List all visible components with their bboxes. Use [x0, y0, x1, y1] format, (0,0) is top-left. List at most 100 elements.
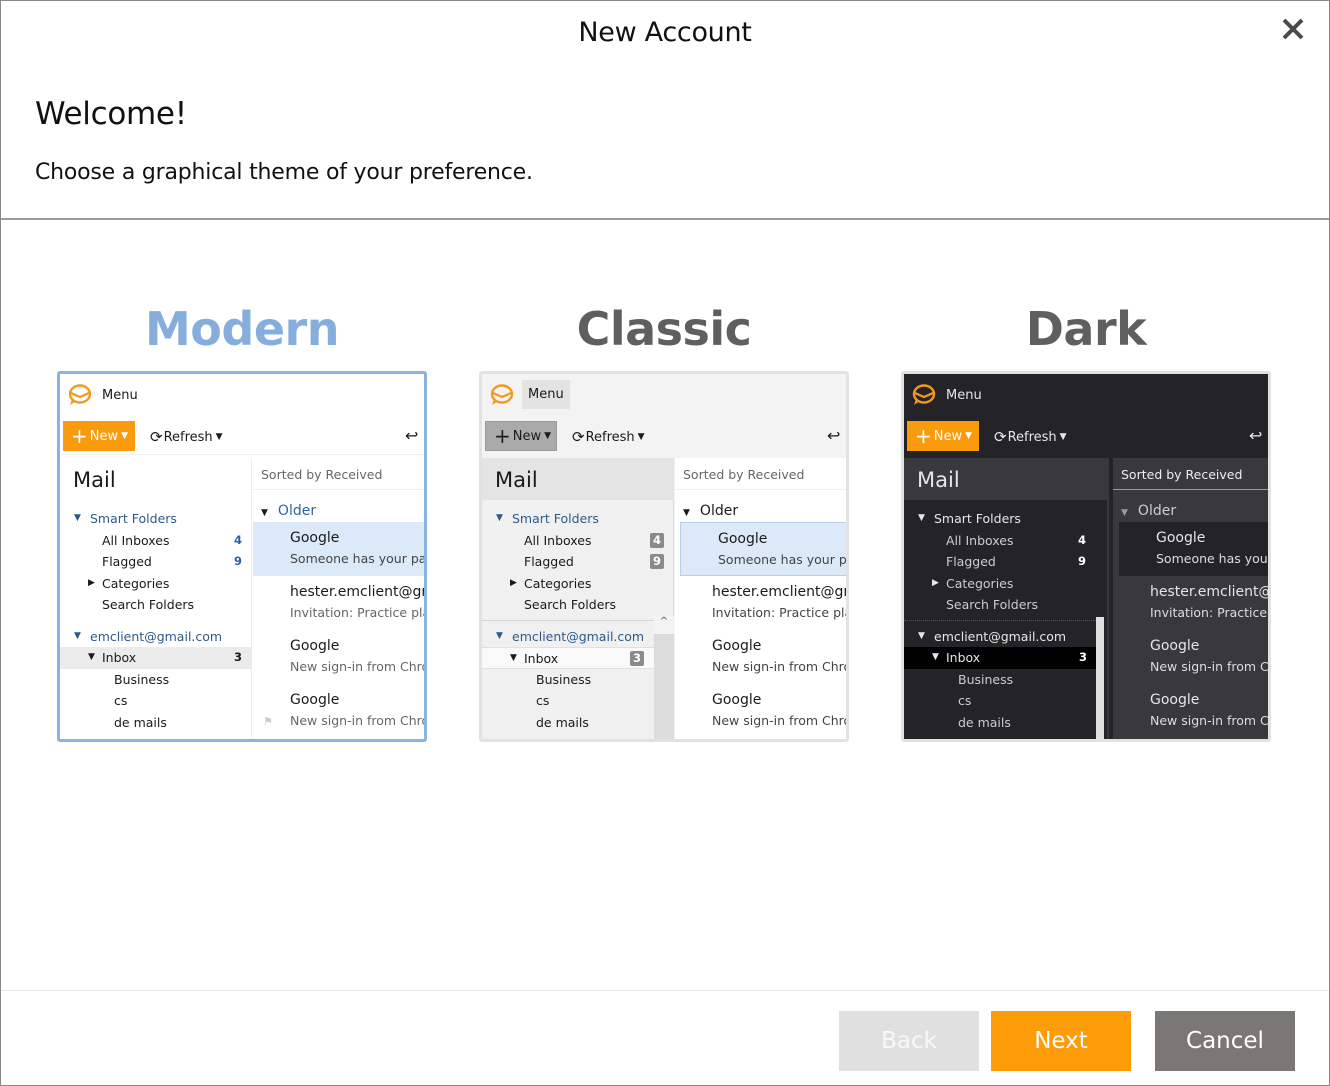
- theme-option-classic[interactable]: Menu + New ▼ ⟳ Refresh ▼ ↩ Mail ▼ Smart Folde…: [479, 371, 849, 742]
- flagged-count: 9: [1077, 554, 1086, 568]
- theme-label-modern[interactable]: Modern: [57, 302, 427, 356]
- preview-new-button: + New ▼: [485, 421, 557, 451]
- expand-triangle-icon: ▼: [932, 652, 939, 662]
- instruction-text: Choose a graphical theme of your prefere…: [35, 160, 533, 185]
- folder-cs: cs: [536, 693, 550, 708]
- preview-toolbar: + New ▼ ⟳ Refresh ▼ ↩: [904, 419, 1268, 455]
- refresh-icon: ⟳: [994, 428, 1007, 446]
- emclient-logo-icon: [68, 384, 92, 405]
- dialog-title: New Account: [578, 17, 752, 48]
- folder-account: ▼ emclient@gmail.com: [60, 626, 252, 648]
- flagged-count: 9: [649, 554, 664, 569]
- sort-divider: [1113, 489, 1268, 490]
- refresh-icon: ⟳: [150, 428, 163, 446]
- preview-folder-pane: Mail ▼ Smart Folders All Inboxes 4 Flagged…: [482, 458, 674, 739]
- folder-de-mails: de mails: [114, 714, 167, 730]
- back-button[interactable]: Back: [839, 1011, 979, 1071]
- preview-message-list: Sorted by Received ▼ Older Google Someone …: [253, 458, 424, 739]
- message-item: GoogleNew sign-in from Chrome: [290, 638, 424, 674]
- preview-refresh-label: Refresh: [585, 429, 635, 445]
- plus-icon: +: [71, 424, 88, 448]
- preview-message-list: Sorted by Received ▼ Older Google Someone …: [1113, 458, 1268, 739]
- caret-down-icon: ▼: [215, 432, 223, 442]
- group-header: ▼ Older: [261, 503, 317, 519]
- folder-scrollbar: ^: [654, 616, 674, 739]
- sort-label: Sorted by Received: [1121, 467, 1243, 482]
- caret-down-icon: ▼: [544, 431, 552, 441]
- message-item: GoogleSomeone has your password: [680, 522, 846, 576]
- welcome-heading: Welcome!: [35, 96, 187, 132]
- folder-search-folders: Search Folders: [946, 597, 1039, 612]
- emclient-logo-icon: [912, 384, 936, 405]
- folder-cs: cs: [114, 693, 128, 708]
- refresh-icon: ⟳: [572, 428, 585, 446]
- flag-icon: ⚑: [263, 715, 273, 728]
- message-item: hester.emclient@gmail.comInvitation: Pra…: [712, 584, 846, 620]
- expand-triangle-icon: ▼: [74, 513, 81, 523]
- theme-preview: Menu + New ▼ ⟳ Refresh ▼ ↩ Mail ▼ Smart Folde…: [904, 374, 1268, 739]
- preview-menu-label: Menu: [946, 388, 982, 403]
- sort-divider: [253, 489, 424, 490]
- reply-icon: ↩: [405, 426, 419, 445]
- folder-categories: ▶ Categories: [60, 573, 252, 595]
- scroll-up-icon: ^: [654, 616, 674, 634]
- theme-label-dark[interactable]: Dark: [901, 302, 1271, 356]
- preview-folder-tree: ▼ Smart Folders All Inboxes 4 Flagged 9 ▶ Ca…: [482, 508, 674, 733]
- header-divider: [1, 218, 1329, 220]
- preview-refresh-label: Refresh: [163, 429, 213, 445]
- message-item: GoogleNew sign-in from Chrome: [1150, 638, 1268, 674]
- inbox-count: 3: [629, 651, 644, 666]
- folder-categories: ▶ Categories: [482, 573, 674, 595]
- caret-down-icon: ▼: [637, 432, 645, 442]
- folder-flagged: Flagged 9: [904, 551, 1096, 573]
- sort-label: Sorted by Received: [261, 467, 383, 482]
- theme-label-classic[interactable]: Classic: [479, 302, 849, 356]
- preview-refresh-button: ⟳ Refresh ▼: [994, 428, 1067, 446]
- expand-triangle-icon: ▼: [510, 653, 517, 663]
- preview-menu-label: Menu: [522, 380, 570, 409]
- collapsed-triangle-icon: ▶: [88, 577, 95, 588]
- preview-mail-title: Mail: [495, 468, 538, 492]
- preview-new-button: + New ▼: [63, 421, 135, 451]
- expand-triangle-icon: ▼: [74, 630, 81, 641]
- inbox-count: 3: [233, 650, 242, 664]
- sort-divider: [675, 489, 846, 490]
- caret-down-icon: ▼: [1059, 432, 1067, 442]
- next-button[interactable]: Next: [991, 1011, 1131, 1071]
- folder-business: Business: [114, 671, 170, 687]
- preview-refresh-button: ⟳ Refresh ▼: [572, 428, 645, 446]
- folder-categories: ▶ Categories: [904, 573, 1096, 595]
- theme-option-modern[interactable]: Menu + New ▼ ⟳ Refresh ▼ ↩ Mail ▼ Smart Folde…: [57, 371, 427, 742]
- folder-all-inboxes: All Inboxes 4: [904, 530, 1096, 552]
- cancel-button[interactable]: Cancel: [1155, 1011, 1295, 1071]
- caret-down-icon: ▼: [121, 431, 129, 441]
- preview-new-label: New: [89, 428, 119, 444]
- preview-message-list: Sorted by Received ▼ Older Google Someone …: [675, 458, 846, 739]
- theme-preview: Menu + New ▼ ⟳ Refresh ▼ ↩ Mail ▼ Smart Folde…: [60, 374, 424, 739]
- folder-inbox: ▼ Inbox 3: [904, 647, 1097, 669]
- folder-smart-folders: ▼ Smart Folders: [482, 508, 674, 530]
- folder-separator: [60, 616, 252, 626]
- preview-folder-pane: Mail ▼ Smart Folders All Inboxes 4 Flagged…: [60, 458, 252, 739]
- expand-triangle-icon: ▼: [918, 630, 925, 641]
- folder-inbox: ▼ Inbox 3: [60, 647, 252, 669]
- preview-menubar: Menu: [60, 374, 424, 419]
- folder-flagged: Flagged 9: [60, 551, 252, 573]
- unread-count: 4: [1077, 532, 1086, 547]
- plus-icon: +: [915, 424, 932, 448]
- preview-mail-title: Mail: [73, 468, 116, 492]
- reply-icon: ↩: [1249, 426, 1263, 445]
- emclient-logo-icon: [490, 384, 514, 405]
- folder-business: Business: [536, 671, 592, 687]
- folder-all-inboxes: All Inboxes 4: [482, 530, 674, 552]
- theme-option-dark[interactable]: Menu + New ▼ ⟳ Refresh ▼ ↩ Mail ▼ Smart Folde…: [901, 371, 1271, 742]
- unread-count: 4: [233, 532, 242, 547]
- folder-all-inboxes: All Inboxes 4: [60, 530, 252, 552]
- close-button[interactable]: [1280, 16, 1306, 42]
- message-item: hester.emclient@gmail.comInvitation: Pra…: [290, 584, 424, 620]
- sort-label: Sorted by Received: [683, 467, 805, 482]
- group-header: ▼ Older: [683, 503, 739, 519]
- message-item: GoogleSomeone has your password: [253, 522, 424, 576]
- folder-flagged: Flagged 9: [482, 551, 674, 573]
- preview-new-button: + New ▼: [907, 421, 979, 451]
